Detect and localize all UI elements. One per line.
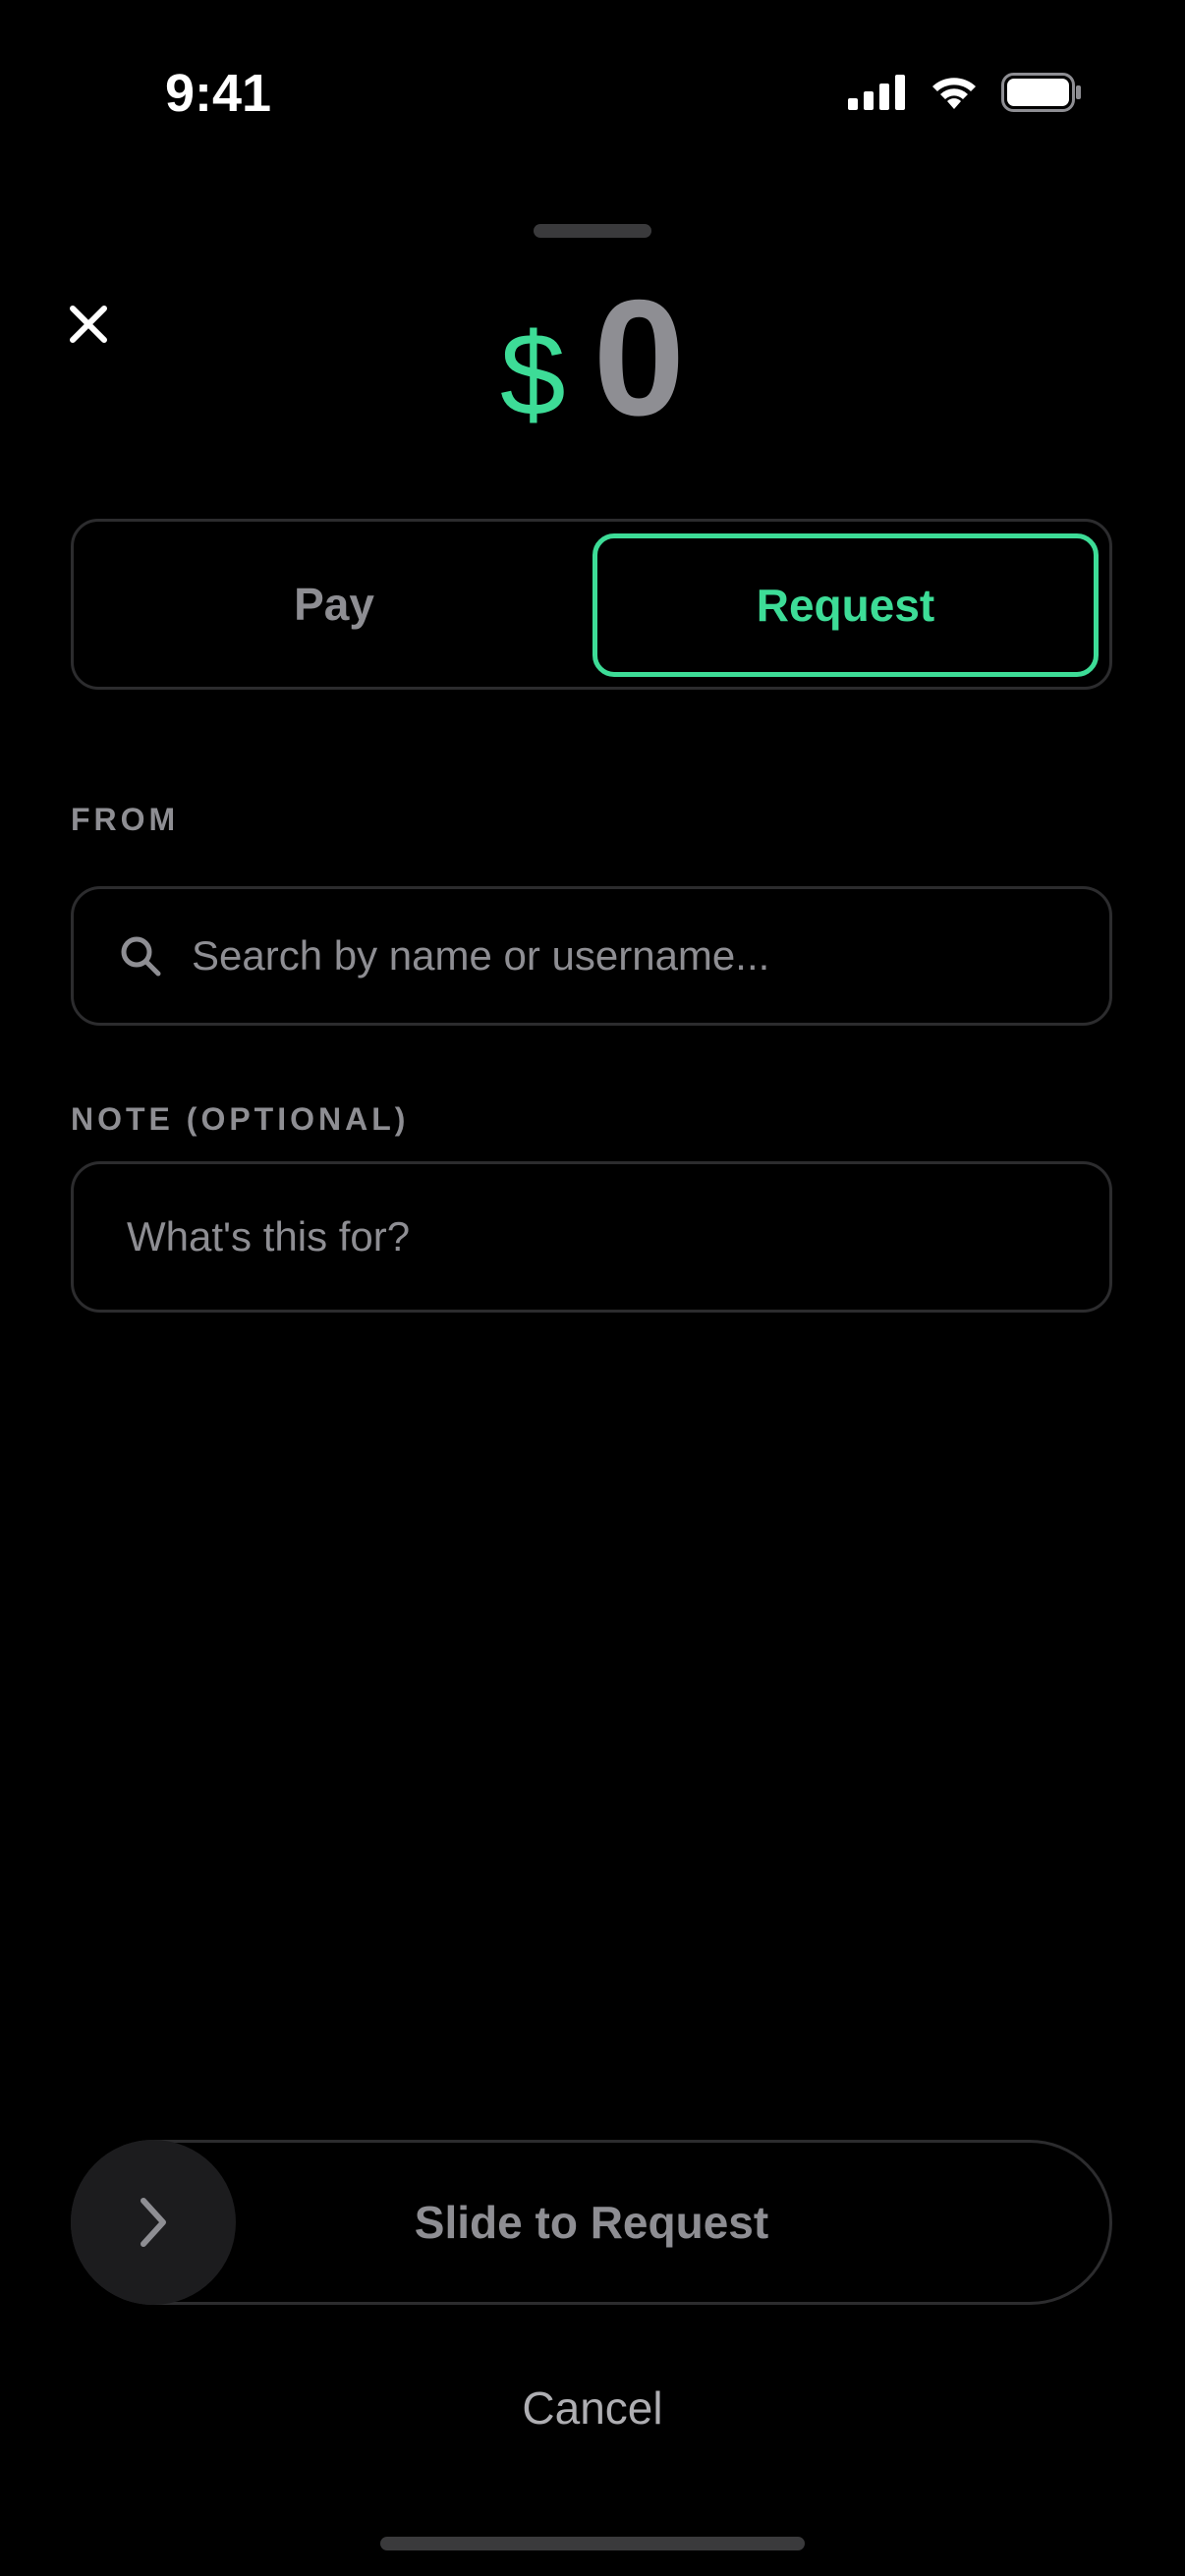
home-indicator [380, 2537, 805, 2550]
chevron-right-icon [141, 2198, 166, 2247]
cancel-button[interactable]: Cancel [0, 2381, 1185, 2435]
note-input[interactable] [125, 1212, 1109, 1261]
note-field[interactable] [71, 1161, 1112, 1313]
status-time: 9:41 [165, 64, 272, 123]
request-tab[interactable]: Request [592, 533, 1099, 677]
slide-knob[interactable] [71, 2140, 236, 2305]
pay-tab[interactable]: Pay [74, 522, 594, 687]
recipient-search-field[interactable] [71, 886, 1112, 1026]
status-icons [848, 73, 1082, 112]
amount-value: 0 [592, 265, 686, 450]
from-label: FROM [71, 802, 180, 837]
battery-icon [1001, 73, 1081, 112]
sheet-grabber[interactable] [534, 224, 651, 238]
amount-display: $ 0 [0, 275, 1185, 442]
currency-symbol: $ [499, 308, 566, 440]
wifi-icon [932, 78, 976, 109]
cellular-signal-icon [848, 75, 905, 110]
search-input[interactable] [190, 931, 1109, 980]
search-icon [121, 936, 161, 977]
note-label: NOTE (OPTIONAL) [71, 1101, 410, 1137]
slide-to-request-label: Slide to Request [414, 2197, 769, 2248]
